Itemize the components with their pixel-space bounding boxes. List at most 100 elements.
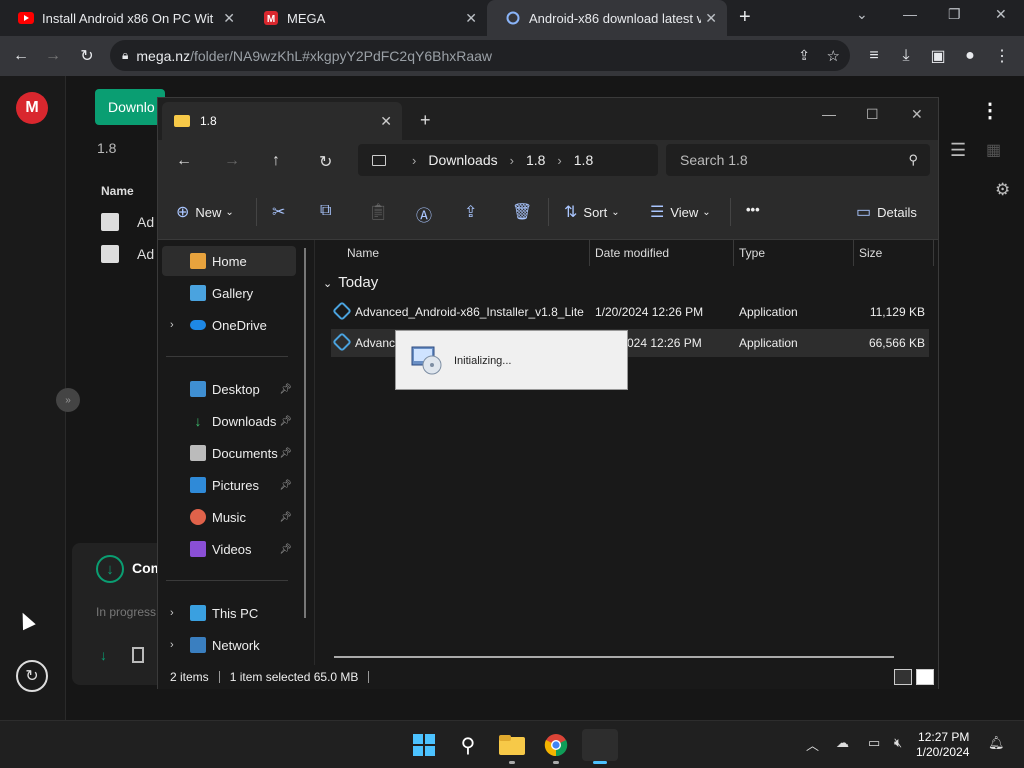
close-window-icon[interactable]: ✕ xyxy=(995,6,1007,23)
details-view-icon[interactable] xyxy=(894,669,912,685)
horizontal-scrollbar[interactable] xyxy=(334,656,894,658)
chevron-right-icon[interactable]: › xyxy=(170,639,174,651)
tab-mega[interactable]: M MEGA ✕ xyxy=(245,0,487,36)
chevron-right-icon[interactable]: › xyxy=(170,319,174,331)
initializing-dialog: Initializing... xyxy=(395,330,628,390)
list-view-icon[interactable]: ☰ xyxy=(950,140,966,161)
reload-icon[interactable]: ↻ xyxy=(75,44,99,68)
nav-item-onedrive[interactable]: › OneDrive xyxy=(162,310,296,340)
mega-download-button[interactable]: Downlo xyxy=(95,89,165,125)
chrome-icon[interactable] xyxy=(538,729,574,764)
paste-icon[interactable]: 📋︎ xyxy=(368,202,394,222)
refresh-icon[interactable]: ↻ xyxy=(319,152,332,172)
address-bar[interactable]: 🔒︎ mega.nz /folder/NA9wzKhL#xkgpyY2PdFC2… xyxy=(110,40,850,71)
up-icon[interactable]: ↑ xyxy=(272,152,280,170)
file-explorer-icon[interactable] xyxy=(494,729,530,764)
star-icon[interactable]: ☆ xyxy=(827,47,840,65)
address-bar[interactable]: › Downloads › 1.8 › 1.8 xyxy=(358,144,658,176)
close-icon[interactable]: ✕ xyxy=(223,10,235,27)
close-window-icon[interactable]: ✕ xyxy=(911,106,923,123)
nav-item-documents[interactable]: Documents 📌︎ xyxy=(162,438,296,468)
file-row[interactable]: Advanced_Android-x86_Installer_v1.8_Lite… xyxy=(331,298,929,326)
nav-scrollbar[interactable] xyxy=(304,248,306,618)
new-tab-button[interactable]: + xyxy=(420,110,431,131)
more-options-button[interactable]: ••• xyxy=(746,202,760,217)
share-icon[interactable]: ⇪ xyxy=(798,47,810,64)
running-indicator xyxy=(553,761,559,764)
column-divider[interactable] xyxy=(933,240,934,266)
gear-icon[interactable]: ⚙ xyxy=(995,180,1010,200)
column-divider[interactable] xyxy=(589,240,590,266)
mega-column-name[interactable]: Name xyxy=(101,184,134,198)
breadcrumb-1-8-current[interactable]: 1.8 xyxy=(574,152,593,168)
setup-app-icon[interactable] xyxy=(582,729,618,764)
clock[interactable]: 12:27 PM 1/20/2024 xyxy=(916,730,969,760)
rename-icon[interactable]: Ⓐ xyxy=(416,202,438,226)
sort-button[interactable]: ⇅ Sort ⌄ xyxy=(564,202,620,222)
column-divider[interactable] xyxy=(853,240,854,266)
sync-icon[interactable]: ↻ xyxy=(16,660,48,692)
copy-icon[interactable]: ⧉ xyxy=(320,202,337,220)
group-header-today[interactable]: ⌄ Today xyxy=(323,274,378,291)
volume-muted-icon[interactable]: 🔇︎ xyxy=(894,735,902,751)
maximize-icon[interactable]: ☐ xyxy=(866,106,879,123)
restore-icon[interactable]: ❐ xyxy=(948,6,961,23)
search-icon[interactable]: ⚲ xyxy=(450,729,486,761)
close-icon[interactable]: ✕ xyxy=(465,10,477,27)
new-button[interactable]: ⊕ New ⌄ xyxy=(176,202,234,222)
breadcrumb-1-8[interactable]: 1.8 xyxy=(526,152,545,168)
back-icon[interactable]: ← xyxy=(9,44,33,68)
nav-item-pictures[interactable]: Pictures 📌︎ xyxy=(162,470,296,500)
column-header-date[interactable]: Date modified xyxy=(595,246,669,270)
nav-item-network[interactable]: › Network xyxy=(162,630,296,660)
breadcrumb-downloads[interactable]: Downloads xyxy=(428,152,497,168)
column-divider[interactable] xyxy=(733,240,734,266)
grid-view-icon[interactable]: ▦ xyxy=(986,140,1001,160)
menu-icon[interactable]: ⋮ xyxy=(990,44,1014,68)
download-icon[interactable]: ⤓ xyxy=(894,44,918,68)
nav-item-downloads[interactable]: ↓ Downloads 📌︎ xyxy=(162,406,296,436)
share-icon[interactable]: ⇪ xyxy=(464,202,483,222)
tiles-view-icon[interactable] xyxy=(916,669,934,685)
mega-logo[interactable]: M xyxy=(16,92,48,124)
tab-youtube[interactable]: Install Android x86 On PC Witho ✕ xyxy=(0,0,245,36)
column-header-name[interactable]: Name xyxy=(347,246,379,270)
close-icon[interactable]: ✕ xyxy=(705,10,717,27)
new-tab-button[interactable]: + xyxy=(739,6,751,29)
tab-search-icon[interactable]: ⌄ xyxy=(856,6,868,23)
back-icon[interactable]: ← xyxy=(176,152,192,170)
onedrive-icon[interactable]: ☁ xyxy=(836,735,849,751)
search-input[interactable]: Search 1.8 ⚲ xyxy=(666,144,930,176)
forward-icon[interactable]: → xyxy=(41,44,65,68)
nav-item-videos[interactable]: Videos 📌︎ xyxy=(162,534,296,564)
expand-sidebar-icon[interactable]: » xyxy=(56,388,80,412)
side-panel-icon[interactable]: ▣ xyxy=(926,44,950,68)
tab-android-x86[interactable]: Android-x86 download latest ver ✕ xyxy=(487,0,727,36)
explorer-tab[interactable]: 1.8 ✕ xyxy=(162,102,402,140)
nav-item-desktop[interactable]: Desktop 📌︎ xyxy=(162,374,296,404)
view-button[interactable]: ☰ View ⌄ xyxy=(650,202,711,222)
column-header-size[interactable]: Size xyxy=(859,246,882,270)
chevron-right-icon[interactable]: › xyxy=(170,607,174,619)
reading-list-icon[interactable]: ≡ xyxy=(862,44,886,68)
nav-item-home[interactable]: Home xyxy=(162,246,296,276)
chevron-up-icon[interactable]: ︿ xyxy=(806,735,819,754)
cut-icon[interactable]: ✂ xyxy=(272,202,291,222)
display-icon[interactable]: ▭ xyxy=(868,735,880,751)
mega-file-row[interactable]: Ad xyxy=(101,210,161,234)
forward-icon[interactable]: → xyxy=(224,152,240,170)
nav-item-gallery[interactable]: Gallery xyxy=(162,278,296,308)
more-options-icon[interactable]: ⋮ xyxy=(980,98,1000,123)
delete-icon[interactable]: 🗑︎ xyxy=(512,202,538,222)
column-header-type[interactable]: Type xyxy=(739,246,765,270)
details-button[interactable]: ▭ Details xyxy=(856,202,917,222)
notification-icon[interactable]: 🔔︎ xyxy=(988,735,1005,751)
minimize-icon[interactable]: — xyxy=(822,106,836,122)
close-tab-icon[interactable]: ✕ xyxy=(380,113,392,130)
mega-file-row[interactable]: Ad xyxy=(101,242,161,266)
minimize-icon[interactable]: — xyxy=(903,6,917,22)
nav-item-this-pc[interactable]: › This PC xyxy=(162,598,296,628)
profile-icon[interactable]: ● xyxy=(958,44,982,68)
start-icon[interactable] xyxy=(406,729,442,761)
nav-item-music[interactable]: Music 📌︎ xyxy=(162,502,296,532)
